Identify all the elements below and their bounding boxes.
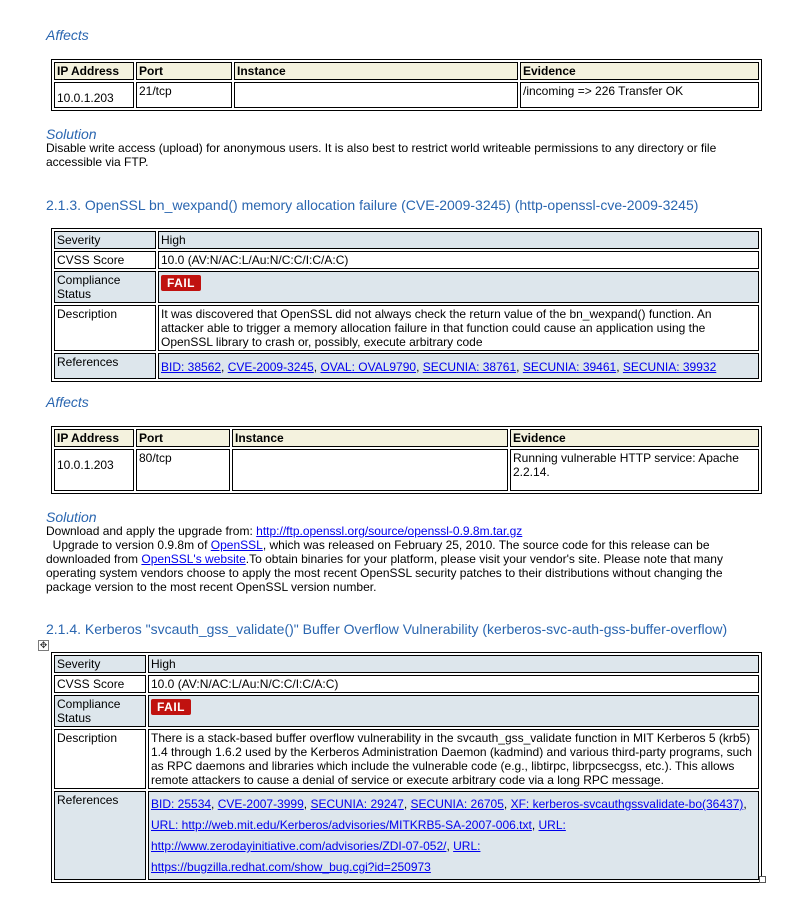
cell-port: 80/tcp xyxy=(136,449,230,491)
references-value: BID: 25534, CVE-2007-3999, SECUNIA: 2924… xyxy=(148,791,759,880)
openssl-link[interactable]: OpenSSL xyxy=(211,538,263,552)
references-row: References BID: 25534, CVE-2007-3999, SE… xyxy=(54,791,759,880)
references-value: BID: 38562, CVE-2009-3245, OVAL: OVAL979… xyxy=(158,353,759,379)
description-value: It was discovered that OpenSSL did not a… xyxy=(158,305,759,351)
col-header-ip: IP Address xyxy=(54,62,134,80)
resize-handle-icon[interactable] xyxy=(759,876,766,883)
cvss-label: CVSS Score xyxy=(54,675,146,693)
description-row: Description There is a stack-based buffe… xyxy=(54,729,759,789)
move-anchor-icon[interactable]: ✥ xyxy=(38,640,49,651)
table-header-row: IP Address Port Instance Evidence xyxy=(54,62,759,80)
table-header-row: IP Address Port Instance Evidence xyxy=(54,429,759,447)
ref-link[interactable]: OVAL: OVAL9790 xyxy=(320,360,416,374)
ref-link[interactable]: URL: http://web.mit.edu/Kerberos/advisor… xyxy=(151,818,532,832)
cell-evidence: /incoming => 226 Transfer OK xyxy=(520,82,759,108)
col-header-port: Port xyxy=(136,429,230,447)
solution-heading: Solution xyxy=(46,126,97,142)
ref-link[interactable]: SECUNIA: 26705 xyxy=(411,797,504,811)
ref-link[interactable]: URL: xyxy=(539,818,566,832)
cvss-row: CVSS Score 10.0 (AV:N/AC:L/Au:N/C:C/I:C/… xyxy=(54,675,759,693)
compliance-cell: FAIL xyxy=(148,695,759,727)
cvss-row: CVSS Score 10.0 (AV:N/AC:L/Au:N/C:C/I:C/… xyxy=(54,251,759,269)
col-header-instance: Instance xyxy=(234,62,518,80)
severity-label: Severity xyxy=(54,655,146,673)
ref-link[interactable]: BID: 38562 xyxy=(161,360,221,374)
description-row: Description It was discovered that OpenS… xyxy=(54,305,759,351)
severity-row: Severity High xyxy=(54,231,759,249)
affects-heading: Affects xyxy=(46,27,89,43)
description-value: There is a stack-based buffer overflow v… xyxy=(148,729,759,789)
solution-text: Disable write access (upload) for anonym… xyxy=(46,141,717,169)
ref-link[interactable]: SECUNIA: 39461 xyxy=(523,360,616,374)
solution-text: Download and apply the upgrade from: htt… xyxy=(46,524,771,594)
severity-label: Severity xyxy=(54,231,156,249)
cell-instance xyxy=(232,449,508,491)
col-header-evidence: Evidence xyxy=(520,62,759,80)
section-title-openssl: 2.1.3. OpenSSL bn_wexpand() memory alloc… xyxy=(46,197,699,213)
affects-table: IP Address Port Instance Evidence 10.0.1… xyxy=(51,59,762,111)
ref-link[interactable]: CVE-2009-3245 xyxy=(228,360,314,374)
affects-heading: Affects xyxy=(46,394,89,410)
references-label: References xyxy=(54,791,146,880)
severity-value: High xyxy=(158,231,759,249)
download-link[interactable]: http://ftp.openssl.org/source/openssl-0.… xyxy=(256,524,522,538)
cvss-label: CVSS Score xyxy=(54,251,156,269)
solution-body-a: Upgrade to version 0.9.8m of xyxy=(46,538,211,552)
ref-link[interactable]: SECUNIA: 29247 xyxy=(310,797,403,811)
fail-badge: FAIL xyxy=(151,699,191,715)
ref-link[interactable]: XF: kerberos-svcauthgssvalidate-bo(36437… xyxy=(511,797,744,811)
solution-download-prefix: Download and apply the upgrade from: xyxy=(46,524,257,538)
openssl-website-link[interactable]: OpenSSL's website xyxy=(141,552,245,566)
ref-link[interactable]: SECUNIA: 38761 xyxy=(423,360,516,374)
compliance-row: Compliance Status FAIL xyxy=(54,271,759,303)
severity-value: High xyxy=(148,655,759,673)
references-label: References xyxy=(54,353,156,379)
col-header-evidence: Evidence xyxy=(510,429,759,447)
compliance-label: Compliance Status xyxy=(54,695,146,727)
ref-link[interactable]: CVE-2007-3999 xyxy=(218,797,304,811)
col-header-instance: Instance xyxy=(232,429,508,447)
cell-evidence: Running vulnerable HTTP service: Apache … xyxy=(510,449,759,491)
fail-badge: FAIL xyxy=(161,275,201,291)
table-row: 10.0.1.203 80/tcp Running vulnerable HTT… xyxy=(54,449,759,491)
severity-row: Severity High xyxy=(54,655,759,673)
cell-ip: 10.0.1.203 xyxy=(54,449,134,491)
solution-heading: Solution xyxy=(46,509,97,525)
compliance-cell: FAIL xyxy=(158,271,759,303)
vuln-details-table: Severity High CVSS Score 10.0 (AV:N/AC:L… xyxy=(51,652,762,883)
cvss-value: 10.0 (AV:N/AC:L/Au:N/C:C/I:C/A:C) xyxy=(148,675,759,693)
references-row: References BID: 38562, CVE-2009-3245, OV… xyxy=(54,353,759,379)
description-label: Description xyxy=(54,729,146,789)
vuln-details-table: Severity High CVSS Score 10.0 (AV:N/AC:L… xyxy=(51,228,762,382)
ref-link[interactable]: https://bugzilla.redhat.com/show_bug.cgi… xyxy=(151,860,431,874)
description-label: Description xyxy=(54,305,156,351)
compliance-row: Compliance Status FAIL xyxy=(54,695,759,727)
cell-port: 21/tcp xyxy=(136,82,232,108)
col-header-ip: IP Address xyxy=(54,429,134,447)
ref-link[interactable]: URL: xyxy=(453,839,480,853)
compliance-label: Compliance Status xyxy=(54,271,156,303)
section-title-kerberos: 2.1.4. Kerberos "svcauth_gss_validate()"… xyxy=(46,621,728,637)
cell-ip: 10.0.1.203 xyxy=(54,82,134,108)
col-header-port: Port xyxy=(136,62,232,80)
cvss-value: 10.0 (AV:N/AC:L/Au:N/C:C/I:C/A:C) xyxy=(158,251,759,269)
ref-link[interactable]: SECUNIA: 39932 xyxy=(623,360,716,374)
ref-link[interactable]: http://www.zerodayinitiative.com/advisor… xyxy=(151,839,446,853)
cell-instance xyxy=(234,82,518,108)
ref-link[interactable]: BID: 25534 xyxy=(151,797,211,811)
table-row: 10.0.1.203 21/tcp /incoming => 226 Trans… xyxy=(54,82,759,108)
affects-table: IP Address Port Instance Evidence 10.0.1… xyxy=(51,426,762,494)
